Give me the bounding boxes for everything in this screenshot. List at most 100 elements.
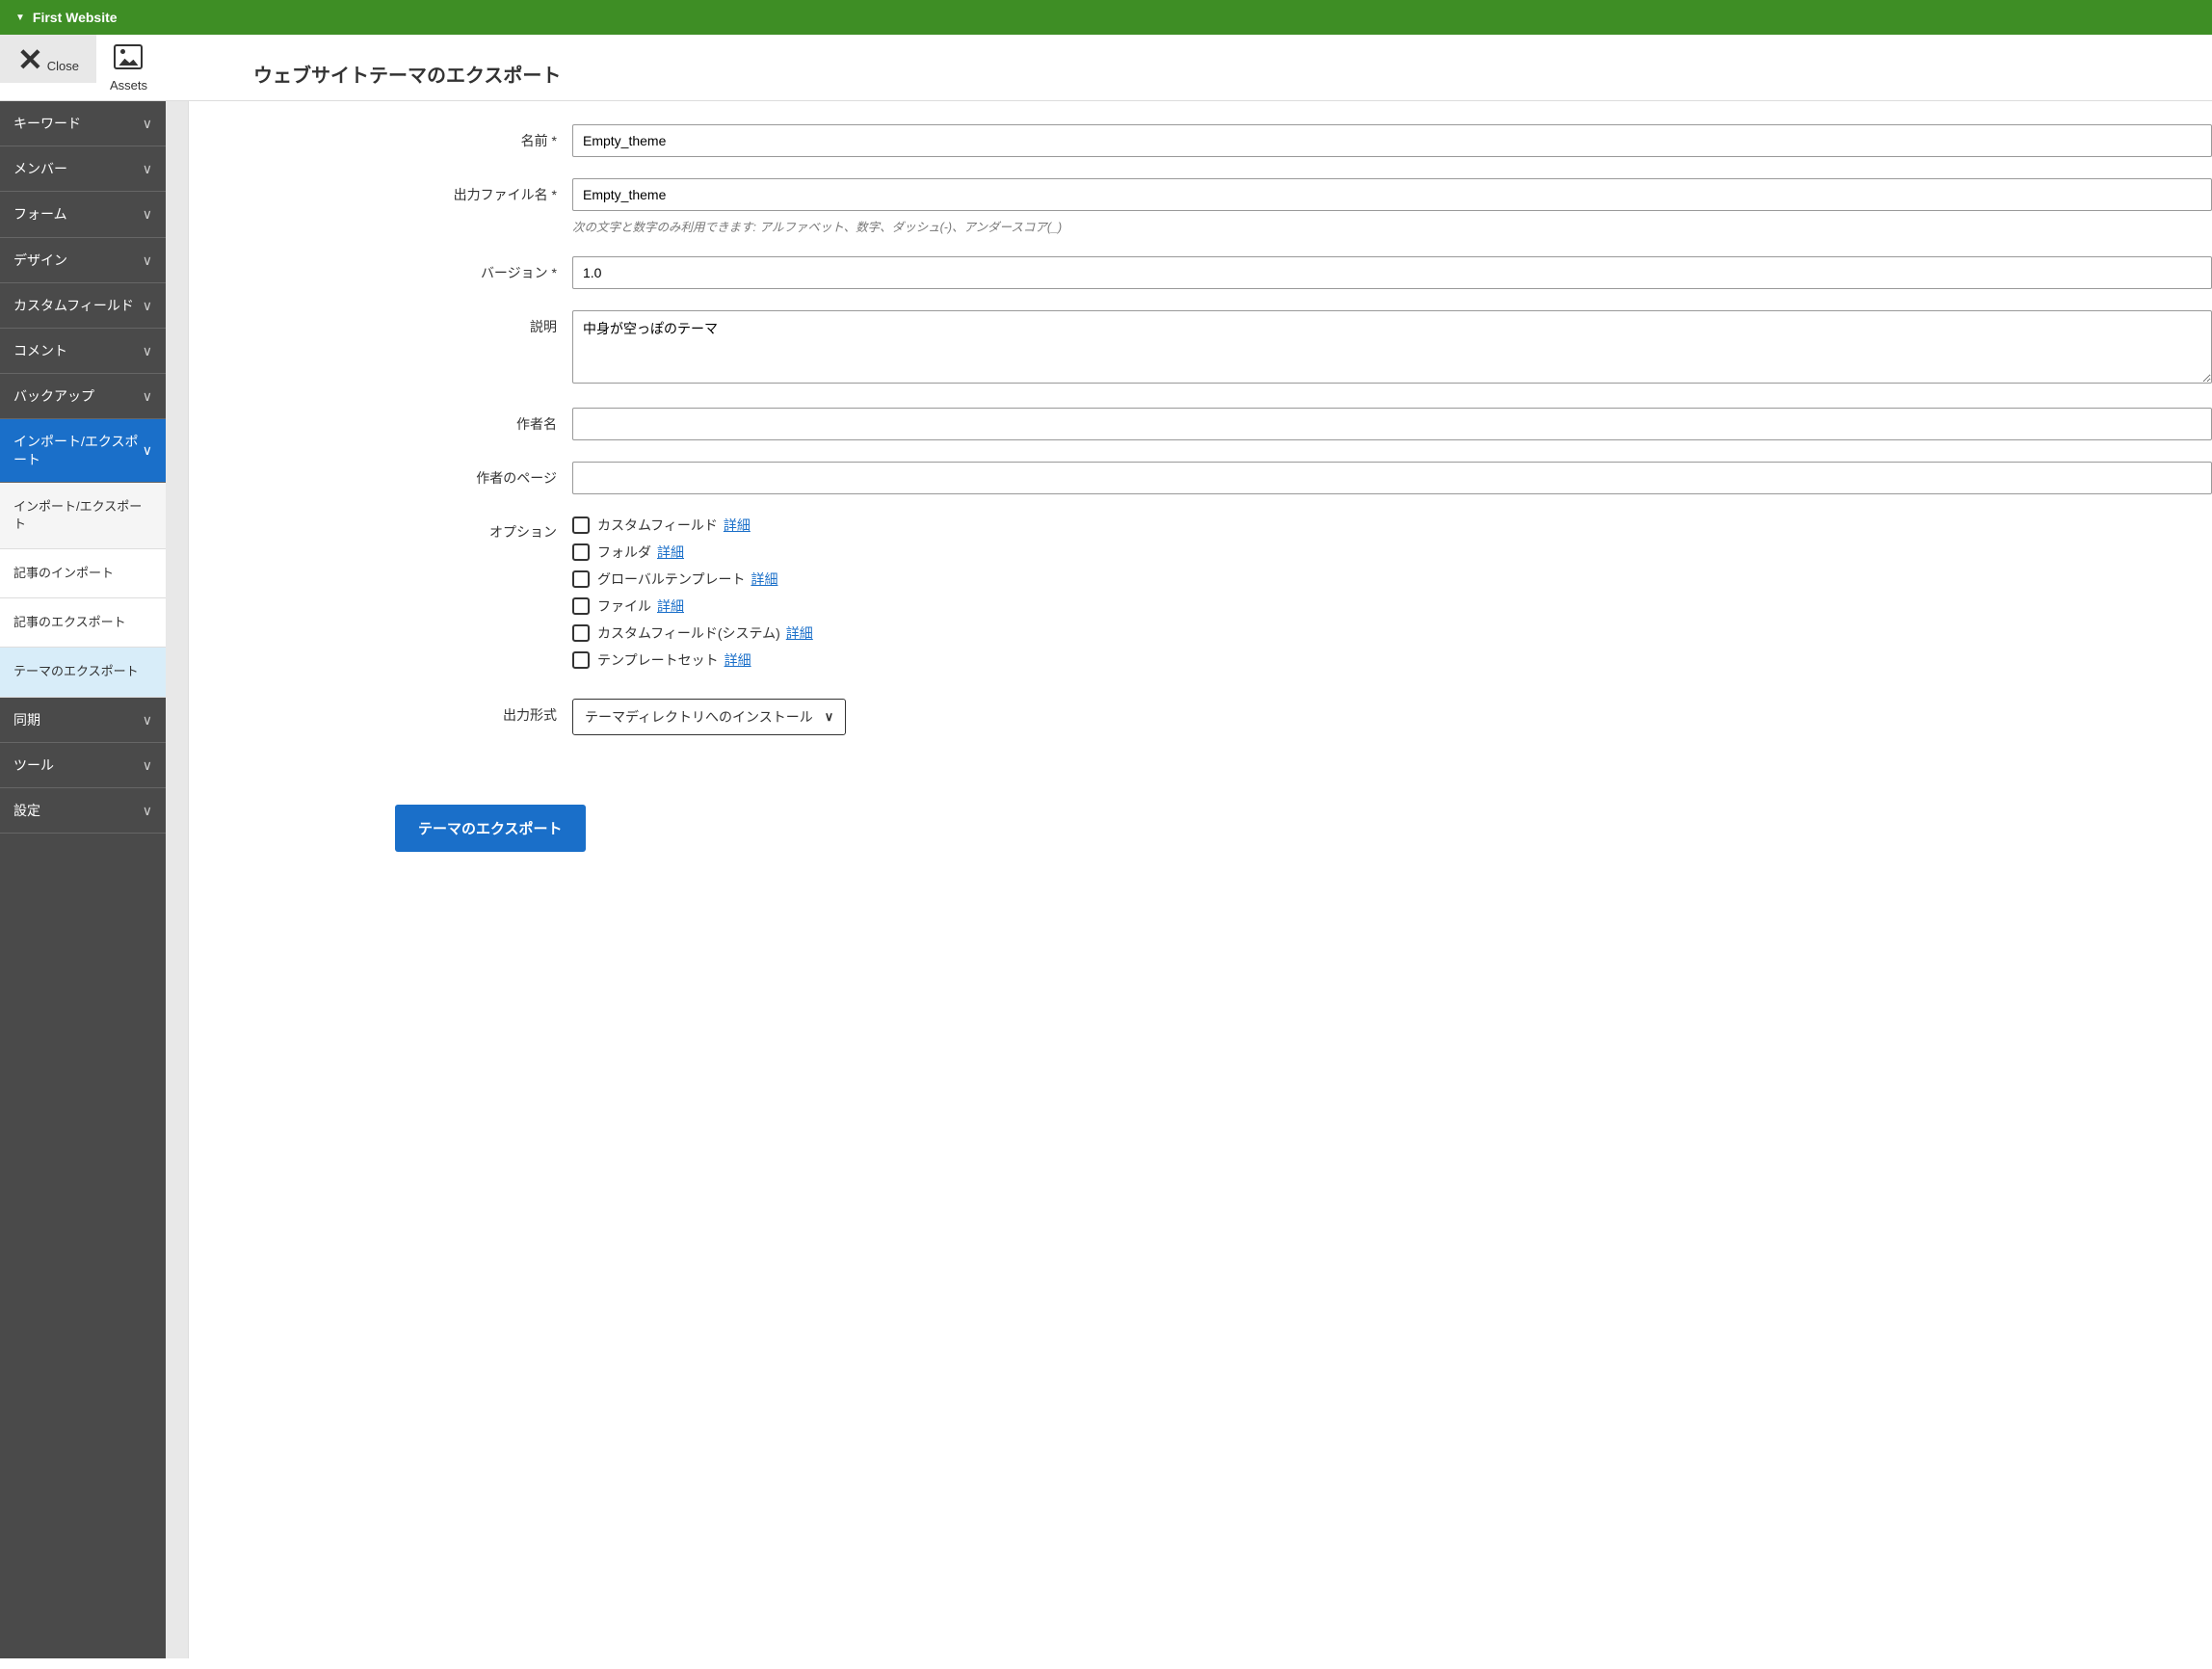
form-row-output-file: 出力ファイル名 * 次の文字と数字のみ利用できます: アルファベット、数字、ダッ… bbox=[189, 178, 2212, 235]
sidebar-item-settings[interactable]: 設定 ∨ bbox=[0, 788, 166, 834]
sidebar-item-import-export[interactable]: インポート/エクスポート ∨ bbox=[0, 419, 166, 482]
form-row-author: 作者名 bbox=[189, 408, 2212, 440]
label-description: 説明 bbox=[189, 310, 572, 336]
sidebar-item-label: カスタムフィールド bbox=[13, 297, 134, 314]
detail-link[interactable]: 詳細 bbox=[724, 516, 750, 535]
sidebar-item-label: 同期 bbox=[13, 711, 40, 729]
option-label: グローバルテンプレート bbox=[597, 570, 745, 589]
dropdown-triangle-icon[interactable]: ▼ bbox=[15, 13, 25, 23]
subnav-export-article[interactable]: 記事のエクスポート bbox=[0, 598, 166, 648]
sidebar-item-sync[interactable]: 同期 ∨ bbox=[0, 698, 166, 743]
chevron-down-icon: ∨ bbox=[143, 441, 152, 459]
sidebar-item-comment[interactable]: コメント ∨ bbox=[0, 329, 166, 374]
sidebar-item-label: 設定 bbox=[13, 802, 40, 819]
form-row-author-page: 作者のページ bbox=[189, 462, 2212, 494]
label-options: オプション bbox=[189, 516, 572, 542]
chevron-down-icon: ∨ bbox=[143, 297, 152, 314]
sidebar-item-label: ツール bbox=[13, 756, 54, 774]
sidebar-item-label: メンバー bbox=[13, 160, 67, 177]
checkbox-folder[interactable] bbox=[572, 543, 590, 561]
sidebar-item-custom-field[interactable]: カスタムフィールド ∨ bbox=[0, 283, 166, 329]
close-label: Close bbox=[47, 59, 79, 73]
checkbox-global-template[interactable] bbox=[572, 570, 590, 588]
option-global-template: グローバルテンプレート 詳細 bbox=[572, 570, 2212, 589]
detail-link[interactable]: 詳細 bbox=[724, 650, 751, 670]
sidebar-item-backup[interactable]: バックアップ ∨ bbox=[0, 374, 166, 419]
sidebar-item-label: バックアップ bbox=[13, 387, 94, 405]
output-file-help: 次の文字と数字のみ利用できます: アルファベット、数字、ダッシュ(-)、アンダー… bbox=[572, 217, 2212, 235]
option-file: ファイル 詳細 bbox=[572, 596, 2212, 616]
chevron-down-icon: ∨ bbox=[143, 160, 152, 177]
option-label: フォルダ bbox=[597, 543, 651, 562]
sidebar-item-label: デザイン bbox=[13, 252, 67, 269]
main-layout: キーワード ∨ メンバー ∨ フォーム ∨ デザイン ∨ カスタムフィールド ∨… bbox=[0, 101, 2212, 1658]
author-input[interactable] bbox=[572, 408, 2212, 440]
name-input[interactable] bbox=[572, 124, 2212, 157]
form-row-description: 説明 bbox=[189, 310, 2212, 386]
subnav-import-article[interactable]: 記事のインポート bbox=[0, 549, 166, 598]
output-format-select[interactable]: テーマディレクトリへのインストール ∨ bbox=[572, 699, 846, 735]
label-version: バージョン * bbox=[189, 256, 572, 282]
option-label: ファイル bbox=[597, 596, 651, 616]
detail-link[interactable]: 詳細 bbox=[786, 623, 813, 643]
chevron-down-icon: ∨ bbox=[143, 342, 152, 359]
sidebar-divider bbox=[166, 101, 189, 1658]
chevron-down-icon: ∨ bbox=[143, 387, 152, 405]
export-theme-button[interactable]: テーマのエクスポート bbox=[395, 805, 586, 852]
form-row-version: バージョン * bbox=[189, 256, 2212, 289]
site-name[interactable]: First Website bbox=[33, 10, 118, 25]
close-button[interactable]: ✕ Close bbox=[0, 35, 96, 83]
sidebar-item-tool[interactable]: ツール ∨ bbox=[0, 743, 166, 788]
label-output-format: 出力形式 bbox=[189, 699, 572, 725]
option-template-set: テンプレートセット 詳細 bbox=[572, 650, 2212, 670]
option-folder: フォルダ 詳細 bbox=[572, 543, 2212, 562]
assets-label: Assets bbox=[110, 78, 147, 93]
sidebar-item-design[interactable]: デザイン ∨ bbox=[0, 238, 166, 283]
chevron-down-icon: ∨ bbox=[825, 709, 834, 725]
sidebar-item-keyword[interactable]: キーワード ∨ bbox=[0, 101, 166, 146]
label-author: 作者名 bbox=[189, 408, 572, 434]
detail-link[interactable]: 詳細 bbox=[657, 596, 684, 616]
sidebar-item-form[interactable]: フォーム ∨ bbox=[0, 192, 166, 237]
checkbox-custom-field[interactable] bbox=[572, 517, 590, 534]
option-custom-field: カスタムフィールド 詳細 bbox=[572, 516, 2212, 535]
close-icon: ✕ bbox=[17, 42, 43, 77]
sidebar-item-member[interactable]: メンバー ∨ bbox=[0, 146, 166, 192]
form-row-output-format: 出力形式 テーマディレクトリへのインストール ∨ bbox=[189, 699, 2212, 735]
chevron-down-icon: ∨ bbox=[143, 115, 152, 132]
chevron-down-icon: ∨ bbox=[143, 756, 152, 774]
chevron-down-icon: ∨ bbox=[143, 802, 152, 819]
label-name: 名前 * bbox=[189, 124, 572, 150]
description-input[interactable] bbox=[572, 310, 2212, 384]
option-label: カスタムフィールド bbox=[597, 516, 718, 535]
sidebar-item-label: フォーム bbox=[13, 205, 67, 223]
sidebar-item-label: インポート/エクスポート bbox=[13, 433, 143, 467]
checkbox-template-set[interactable] bbox=[572, 651, 590, 669]
chevron-down-icon: ∨ bbox=[143, 711, 152, 729]
subnav-export-theme[interactable]: テーマのエクスポート bbox=[0, 648, 166, 697]
subnav-import-export[interactable]: インポート/エクスポート bbox=[0, 483, 166, 549]
label-author-page: 作者のページ bbox=[189, 462, 572, 488]
label-output-file: 出力ファイル名 * bbox=[189, 178, 572, 204]
detail-link[interactable]: 詳細 bbox=[750, 570, 777, 589]
sidebar: キーワード ∨ メンバー ∨ フォーム ∨ デザイン ∨ カスタムフィールド ∨… bbox=[0, 101, 166, 1658]
toolbar: ✕ Close Assets ウェブサイトテーマのエクスポート bbox=[0, 35, 2212, 101]
output-file-input[interactable] bbox=[572, 178, 2212, 211]
assets-icon bbox=[110, 44, 147, 75]
assets-button[interactable]: Assets bbox=[96, 35, 161, 100]
checkbox-custom-field-system[interactable] bbox=[572, 624, 590, 642]
checkbox-file[interactable] bbox=[572, 597, 590, 615]
option-custom-field-system: カスタムフィールド(システム) 詳細 bbox=[572, 623, 2212, 643]
form-row-name: 名前 * bbox=[189, 124, 2212, 157]
form-row-options: オプション カスタムフィールド 詳細 フォルダ 詳細 グローバルテンプレート 詳… bbox=[189, 516, 2212, 677]
detail-link[interactable]: 詳細 bbox=[657, 543, 684, 562]
page-title: ウェブサイトテーマのエクスポート bbox=[161, 35, 561, 88]
top-bar: ▼ First Website bbox=[0, 0, 2212, 35]
version-input[interactable] bbox=[572, 256, 2212, 289]
option-label: テンプレートセット bbox=[597, 650, 719, 670]
option-label: カスタムフィールド(システム) bbox=[597, 623, 780, 643]
select-value: テーマディレクトリへのインストール bbox=[585, 707, 813, 727]
content-area: 名前 * 出力ファイル名 * 次の文字と数字のみ利用できます: アルファベット、… bbox=[189, 101, 2212, 1658]
author-page-input[interactable] bbox=[572, 462, 2212, 494]
sidebar-item-label: キーワード bbox=[13, 115, 81, 132]
